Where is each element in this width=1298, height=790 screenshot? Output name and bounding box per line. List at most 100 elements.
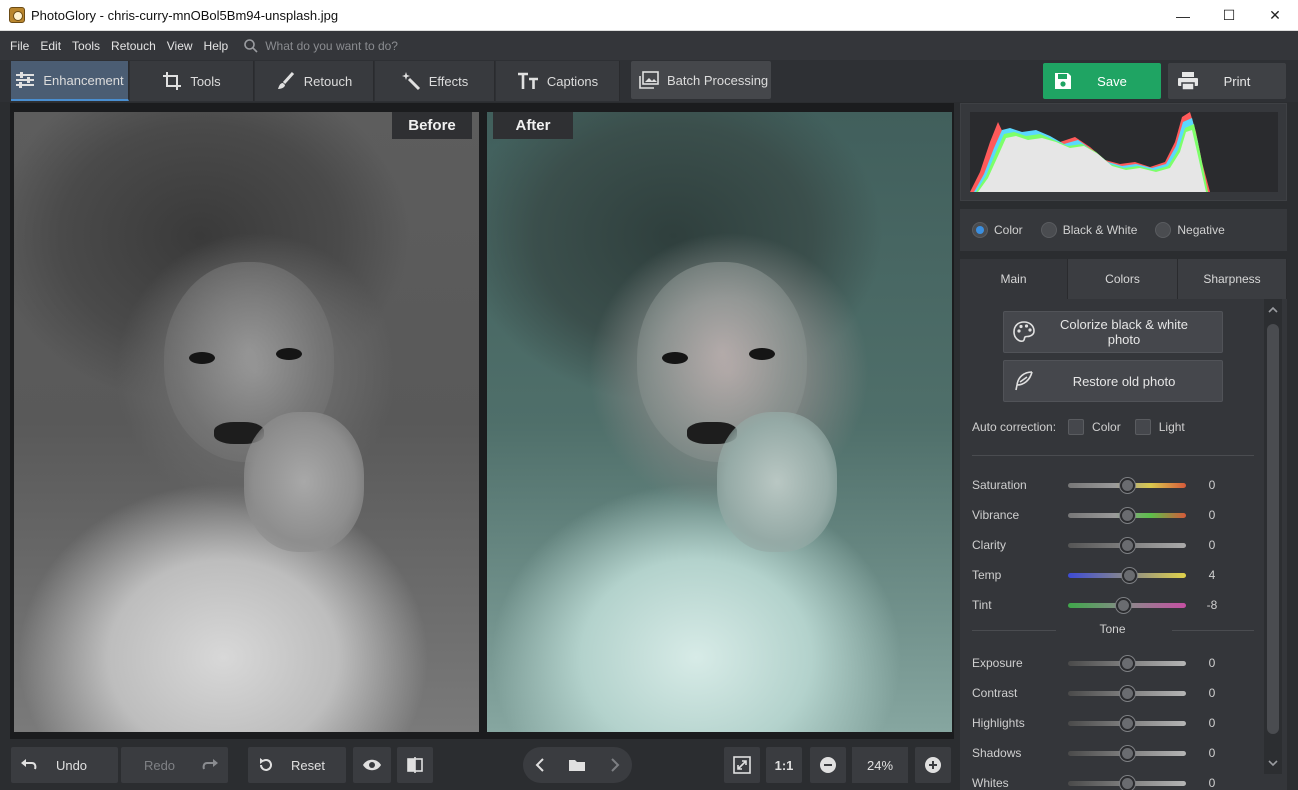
feather-icon	[1015, 371, 1033, 391]
panel-scrollbar[interactable]	[1264, 299, 1282, 774]
tab-colors[interactable]: Colors	[1068, 259, 1178, 299]
temp-thumb[interactable]	[1122, 567, 1137, 583]
histogram-graph	[970, 112, 1278, 192]
radio-black-white[interactable]	[1040, 222, 1057, 238]
vibrance-value: 0	[1208, 508, 1216, 522]
menu-help[interactable]: Help	[204, 39, 229, 53]
menu-retouch[interactable]: Retouch	[111, 39, 156, 53]
minimize-button[interactable]: —	[1160, 0, 1206, 31]
tab-retouch[interactable]: Retouch	[255, 61, 374, 101]
maximize-button[interactable]: ☐	[1206, 0, 1252, 31]
redo-label: Redo	[143, 757, 176, 773]
shadows-thumb[interactable]	[1120, 745, 1135, 761]
radio-negative[interactable]	[1155, 222, 1172, 238]
scrollbar-thumb[interactable]	[1267, 324, 1279, 734]
reset-button[interactable]: Reset	[248, 747, 346, 783]
batch-processing-button[interactable]: Batch Processing	[631, 61, 771, 99]
exposure-thumb[interactable]	[1120, 655, 1135, 671]
tint-track[interactable]	[1068, 597, 1186, 613]
tint-slider[interactable]: Tint -8	[972, 595, 1262, 615]
vibrance-track[interactable]	[1068, 507, 1186, 523]
actual-size-button[interactable]: 1:1	[766, 747, 802, 783]
saturation-thumb[interactable]	[1120, 477, 1135, 493]
colorize-button[interactable]: Colorize black & white photo	[1003, 311, 1223, 353]
window-title: PhotoGlory - chris-curry-mnOBol5Bm94-uns…	[31, 7, 339, 23]
highlights-label: Highlights	[972, 716, 1025, 730]
saturation-slider[interactable]: Saturation 0	[972, 475, 1262, 495]
tab-retouch-label: Retouch	[303, 73, 353, 89]
print-button[interactable]: Print	[1168, 63, 1286, 99]
clarity-thumb[interactable]	[1120, 537, 1135, 553]
tab-captions[interactable]: Captions	[496, 61, 620, 101]
zoom-in-button[interactable]	[915, 747, 951, 783]
zoom-out-button[interactable]	[810, 747, 846, 783]
image-viewer: Before After	[10, 103, 954, 739]
tab-effects[interactable]: Effects	[375, 61, 495, 101]
title-bar: PhotoGlory - chris-curry-mnOBol5Bm94-uns…	[0, 0, 1298, 31]
tint-thumb[interactable]	[1116, 597, 1131, 613]
auto-light-label: Light	[1158, 420, 1185, 434]
scroll-down-icon[interactable]	[1264, 756, 1282, 770]
exposure-slider[interactable]: Exposure 0	[972, 653, 1262, 673]
zoom-level[interactable]: 24%	[852, 747, 908, 783]
contrast-thumb[interactable]	[1120, 685, 1135, 701]
vibrance-slider[interactable]: Vibrance 0	[972, 505, 1262, 525]
exposure-track[interactable]	[1068, 655, 1186, 671]
vibrance-thumb[interactable]	[1120, 507, 1135, 523]
tab-main[interactable]: Main	[960, 259, 1068, 299]
fit-to-screen-button[interactable]	[724, 747, 760, 783]
whites-track[interactable]	[1068, 775, 1186, 790]
restore-button[interactable]: Restore old photo	[1003, 360, 1223, 402]
tab-enhancement[interactable]: Enhancement	[11, 61, 129, 101]
highlights-slider[interactable]: Highlights 0	[972, 713, 1262, 733]
auto-light-checkbox[interactable]	[1134, 419, 1151, 435]
folder-icon[interactable]	[568, 757, 586, 773]
highlights-track[interactable]	[1068, 715, 1186, 731]
eye-icon	[363, 759, 381, 771]
images-icon	[639, 71, 659, 89]
saturation-value: 0	[1208, 478, 1216, 492]
tab-tools[interactable]: Tools	[130, 61, 254, 101]
redo-button[interactable]: Redo	[121, 747, 228, 783]
chevron-right-icon[interactable]	[609, 757, 621, 773]
after-image[interactable]: After	[487, 112, 952, 732]
clarity-slider[interactable]: Clarity 0	[972, 535, 1262, 555]
chevron-left-icon[interactable]	[534, 757, 546, 773]
palette-icon	[1013, 321, 1035, 342]
highlights-thumb[interactable]	[1120, 715, 1135, 731]
menu-view[interactable]: View	[167, 39, 193, 53]
auto-color-checkbox[interactable]	[1068, 419, 1085, 435]
before-image[interactable]: Before	[14, 112, 479, 732]
contrast-slider[interactable]: Contrast 0	[972, 683, 1262, 703]
whites-thumb[interactable]	[1120, 775, 1135, 790]
temp-slider[interactable]: Temp 4	[972, 565, 1262, 585]
shadows-slider[interactable]: Shadows 0	[972, 743, 1262, 763]
preview-button[interactable]	[353, 747, 391, 783]
radio-color[interactable]	[972, 222, 988, 238]
print-label: Print	[1223, 73, 1251, 89]
contrast-track[interactable]	[1068, 685, 1186, 701]
crop-icon	[163, 72, 182, 90]
close-button[interactable]: ✕	[1252, 0, 1298, 31]
fit-screen-icon	[733, 756, 751, 774]
shadows-value: 0	[1208, 746, 1216, 760]
temp-track[interactable]	[1068, 567, 1186, 583]
contrast-value: 0	[1208, 686, 1216, 700]
image-navigation	[523, 747, 632, 783]
shadows-track[interactable]	[1068, 745, 1186, 761]
whites-slider[interactable]: Whites 0	[972, 773, 1262, 790]
menu-file[interactable]: File	[10, 39, 29, 53]
save-button[interactable]: Save	[1043, 63, 1161, 99]
undo-button[interactable]: Undo	[11, 747, 118, 783]
saturation-track[interactable]	[1068, 477, 1186, 493]
menu-edit[interactable]: Edit	[40, 39, 61, 53]
photo-eye-left	[662, 352, 688, 364]
tab-sharpness[interactable]: Sharpness	[1178, 259, 1287, 299]
clarity-track[interactable]	[1068, 537, 1186, 553]
search-input[interactable]	[265, 38, 466, 53]
section-divider	[972, 455, 1254, 456]
compare-button[interactable]	[397, 747, 433, 783]
menu-tools[interactable]: Tools	[72, 39, 100, 53]
radio-black-white-label: Black & White	[1062, 223, 1138, 237]
scroll-up-icon[interactable]	[1264, 303, 1282, 317]
